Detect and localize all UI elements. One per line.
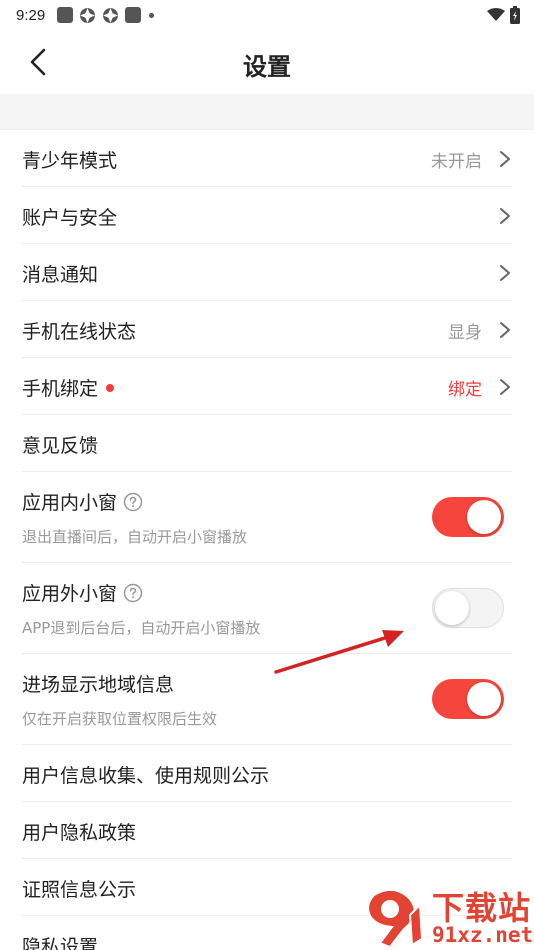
row-youth-mode[interactable]: 青少年模式 未开启 [22, 130, 512, 187]
row-account-security[interactable]: 账户与安全 [22, 187, 512, 244]
row-privacy-policy[interactable]: 用户隐私政策 [22, 802, 512, 859]
section-gap [0, 94, 534, 130]
row-label: 消息通知 [22, 264, 99, 286]
nav-bar: 设置 [0, 30, 534, 94]
app-notification-icon [57, 7, 74, 23]
row-label: 手机在线状态 [22, 321, 137, 343]
more-notifications-icon [149, 12, 155, 18]
help-icon[interactable] [123, 583, 143, 603]
watermark-subtext: 91xz.net [432, 923, 534, 947]
toggle-knob [467, 682, 501, 716]
status-bar: 9:29 [0, 0, 534, 30]
row-label: 进场显示地域信息 [22, 674, 175, 696]
in-app-mini-window-toggle[interactable] [432, 497, 504, 537]
row-label: 应用内小窗 [22, 492, 118, 514]
row-value: 绑定 [448, 380, 482, 400]
row-show-region-info: 进场显示地域信息 仅在开启获取位置权限后生效 [22, 654, 512, 745]
row-notifications[interactable]: 消息通知 [22, 244, 512, 301]
system-icons [487, 6, 520, 24]
sync-icon [103, 7, 119, 23]
wifi-icon [487, 8, 505, 21]
row-info-collection-rules[interactable]: 用户信息收集、使用规则公示 [22, 745, 512, 802]
row-phone-binding[interactable]: 手机绑定 绑定 [22, 358, 512, 415]
row-label: 应用外小窗 [22, 583, 118, 605]
chevron-right-icon [500, 322, 510, 338]
row-label: 手机绑定 [22, 378, 99, 400]
row-label-wrap: 应用内小窗 [22, 488, 143, 515]
watermark: 下载站 91xz.net [360, 883, 534, 950]
show-region-info-toggle[interactable] [432, 679, 504, 719]
row-label: 隐私设置 [22, 936, 99, 950]
notification-icons [57, 7, 155, 24]
chevron-right-icon [500, 208, 510, 224]
row-value: 未开启 [431, 152, 482, 172]
settings-list: 青少年模式 未开启 账户与安全 消息通知 手机在线状态 显身 手机绑定 绑定 意… [0, 130, 534, 950]
row-feedback[interactable]: 意见反馈 [22, 415, 512, 472]
help-icon[interactable] [123, 492, 143, 512]
page-title: 设置 [243, 53, 291, 81]
toggle-knob [435, 591, 469, 625]
row-description: 仅在开启获取位置权限后生效 [22, 710, 218, 728]
chevron-right-icon [500, 151, 510, 167]
toggle-knob [467, 500, 501, 534]
row-label: 青少年模式 [22, 150, 118, 172]
row-label-wrap: 应用外小窗 [22, 579, 143, 606]
app-notification-icon [125, 7, 142, 23]
row-online-status[interactable]: 手机在线状态 显身 [22, 301, 512, 358]
row-label: 意见反馈 [22, 435, 99, 457]
row-out-app-mini-window: 应用外小窗 APP退到后台后，自动开启小窗播放 [22, 563, 512, 654]
row-label: 用户隐私政策 [22, 822, 137, 844]
row-description: 退出直播间后，自动开启小窗播放 [22, 528, 248, 546]
chevron-right-icon [500, 379, 510, 395]
unread-dot [106, 383, 115, 392]
row-label-wrap: 手机绑定 [22, 374, 115, 401]
row-label: 用户信息收集、使用规则公示 [22, 765, 270, 787]
row-in-app-mini-window: 应用内小窗 退出直播间后，自动开启小窗播放 [22, 472, 512, 563]
watermark-logo-icon [366, 888, 424, 949]
out-app-mini-window-toggle[interactable] [432, 588, 504, 628]
battery-icon [510, 6, 520, 24]
row-value: 显身 [448, 323, 482, 343]
sync-icon [80, 7, 96, 23]
chevron-right-icon [500, 265, 510, 281]
row-description: APP退到后台后，自动开启小窗播放 [22, 619, 261, 637]
row-label: 证照信息公示 [22, 879, 137, 901]
row-label: 账户与安全 [22, 207, 118, 229]
status-time: 9:29 [16, 6, 46, 24]
